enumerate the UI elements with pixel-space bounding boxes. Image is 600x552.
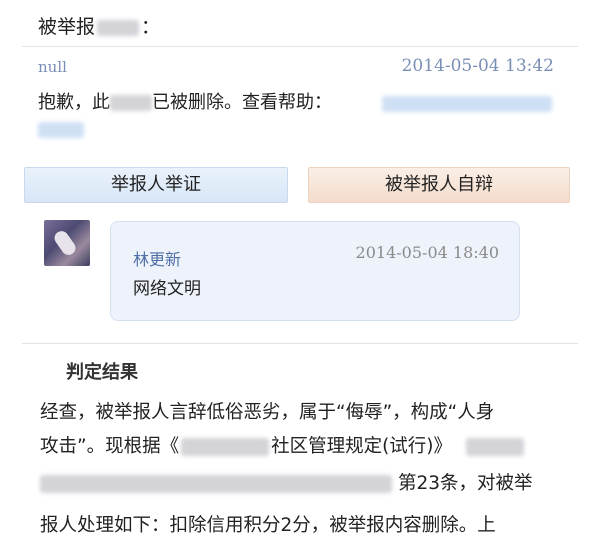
header-colon: ： bbox=[141, 16, 161, 38]
reported-label: 被举报 bbox=[38, 16, 96, 38]
deleted-notice-prefix: 抱歉，此 bbox=[38, 92, 110, 113]
verdict-title: 判定结果 bbox=[66, 362, 138, 383]
divider bbox=[22, 343, 578, 344]
help-link-continued[interactable] bbox=[38, 122, 84, 138]
comment-author[interactable]: 林更新 bbox=[133, 246, 181, 270]
redacted-text bbox=[466, 438, 525, 456]
tab-reported-defense[interactable]: 被举报人自辩 bbox=[308, 167, 570, 203]
verdict-line2-prefix: 攻击”。现根据《 bbox=[40, 436, 180, 457]
comment-body: 网络文明 bbox=[133, 279, 201, 299]
divider bbox=[22, 46, 578, 47]
verdict-text-line: 第23条，对被举 bbox=[40, 469, 533, 495]
reporter-username[interactable]: null bbox=[38, 58, 67, 76]
verdict-text-line: 经查，被举报人言辞低俗恶劣，属于“侮辱”，构成“人身 bbox=[40, 402, 495, 423]
verdict-text-line: 攻击”。现根据《 社区管理规定(试行)》 bbox=[40, 432, 525, 458]
deleted-notice-suffix: 已被删除。查看帮助： bbox=[152, 92, 332, 113]
comment-card: 林更新 2014-05-04 18:40 网络文明 bbox=[110, 221, 520, 321]
comment-timestamp: 2014-05-04 18:40 bbox=[355, 243, 499, 262]
tab-reporter-evidence[interactable]: 举报人举证 bbox=[24, 167, 288, 203]
avatar[interactable] bbox=[44, 220, 90, 266]
redacted-item bbox=[110, 95, 152, 111]
redacted-content-name bbox=[97, 19, 140, 36]
report-timestamp: 2014-05-04 13:42 bbox=[401, 56, 554, 76]
deleted-notice: 抱歉，此 已被删除。查看帮助： bbox=[38, 90, 332, 116]
redacted-community-name bbox=[181, 438, 270, 456]
rule-document-name: 社区管理规定(试行)》 bbox=[271, 436, 453, 457]
reported-content-header: 被举报 ： bbox=[38, 12, 160, 39]
help-link[interactable] bbox=[382, 96, 552, 112]
verdict-line3-suffix: 第23条，对被举 bbox=[398, 473, 533, 494]
redacted-text bbox=[40, 475, 392, 493]
verdict-text-line: 报人处理如下：扣除信用积分2分，被举报内容删除。上 bbox=[40, 515, 496, 536]
